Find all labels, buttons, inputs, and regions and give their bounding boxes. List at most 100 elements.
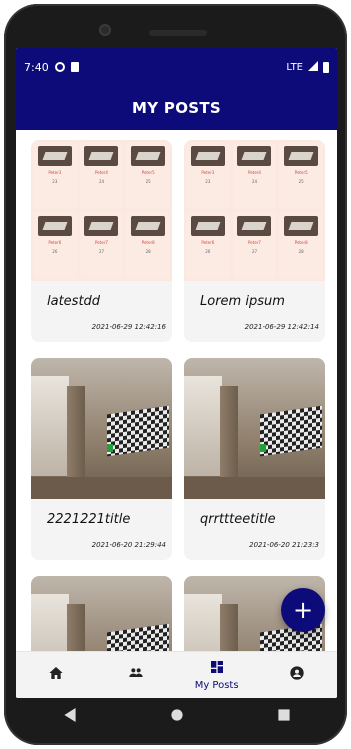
home-icon — [48, 665, 64, 684]
post-date: 2021-06-29 12:42:14 — [244, 323, 319, 331]
collage-number: 23 — [52, 179, 58, 184]
collage-name: Peter5 — [294, 170, 308, 175]
collage-number: 28 — [298, 249, 304, 254]
room-green-marker — [260, 444, 266, 452]
room-window — [31, 594, 69, 653]
book-image — [131, 146, 166, 166]
collage-cell: Peter7 27 — [232, 212, 277, 279]
nav-my-posts[interactable]: My Posts — [177, 652, 257, 698]
collage-cell: Peter6 26 — [186, 212, 230, 279]
book-image — [190, 216, 225, 236]
room-photo — [31, 358, 172, 499]
collage-name: Peter3 — [201, 170, 215, 175]
account-icon — [289, 665, 305, 684]
collage-number: 24 — [98, 179, 105, 184]
collage-name: Peter7 — [95, 240, 108, 245]
collage-number: 25 — [145, 179, 151, 184]
posts-content[interactable]: Peter3 23 Peter4 24 Peter5 25 Peter6 26 Pete… — [16, 130, 337, 653]
post-card[interactable]: Peter3 23 Peter4 24 Peter5 25 Peter6 26 Pete… — [31, 140, 172, 342]
nav-people[interactable] — [96, 652, 176, 698]
status-time: 7:40 — [24, 60, 49, 74]
collage-name: Peter4 — [95, 170, 108, 175]
people-icon — [127, 665, 145, 684]
book-image — [37, 216, 72, 236]
home-button-icon[interactable] — [170, 707, 184, 726]
collage-grid: Peter3 23 Peter4 24 Peter5 25 Peter6 26 Pete… — [184, 140, 325, 281]
collage-cell: Peter6 26 — [33, 212, 77, 279]
post-date: 2021-06-20 21:23:3 — [249, 541, 319, 549]
collage-cell: Peter8 28 — [279, 212, 323, 279]
collage-cell: Peter4 24 — [232, 142, 277, 209]
collage-cell: Peter7 27 — [79, 212, 124, 279]
post-card[interactable] — [31, 576, 172, 653]
nav-home[interactable] — [16, 652, 96, 698]
book-image — [237, 216, 272, 236]
signal-icon — [308, 60, 318, 74]
collage-name: Peter3 — [48, 170, 62, 175]
nav-my-posts-label: My Posts — [194, 680, 239, 691]
network-type: LTE — [286, 61, 303, 73]
book-image — [284, 216, 319, 236]
collage-cell: Peter4 24 — [79, 142, 124, 209]
book-image — [131, 216, 166, 236]
collage-number: 27 — [251, 249, 258, 254]
room-floor — [31, 477, 172, 499]
room-photo — [31, 576, 172, 653]
collage-name: Peter8 — [141, 240, 155, 245]
collage-cell: Peter8 28 — [126, 212, 170, 279]
post-title: latestdd — [47, 294, 101, 309]
room-floor — [184, 477, 325, 499]
notification-icon — [54, 62, 65, 72]
collage-grid: Peter3 23 Peter4 24 Peter5 25 Peter6 26 Pete… — [31, 140, 172, 281]
app-screen: 7:40 LTE MY POSTS Peter3 23 Peter4 24 Pe… — [16, 48, 337, 698]
sd-card-icon — [70, 62, 79, 72]
post-thumbnail: Peter3 23 Peter4 24 Peter5 25 Peter6 26 Pete… — [31, 140, 172, 281]
collage-number: 26 — [52, 249, 58, 254]
status-right: LTE — [286, 60, 329, 74]
room-shelf — [220, 604, 238, 653]
add-post-button[interactable]: + — [281, 588, 325, 632]
post-thumbnail — [31, 576, 172, 653]
collage-name: Peter5 — [141, 170, 155, 175]
room-shelf — [220, 386, 238, 481]
plus-icon: + — [292, 596, 314, 624]
back-icon[interactable] — [63, 707, 77, 726]
post-title: 2221221title — [47, 512, 131, 527]
phone-frame: 7:40 LTE MY POSTS Peter3 23 Peter4 24 Pe… — [4, 4, 347, 745]
room-window — [184, 594, 222, 653]
post-card[interactable]: 2221221title 2021-06-20 21:29:44 — [31, 358, 172, 560]
post-card[interactable]: Peter3 23 Peter4 24 Peter5 25 Peter6 26 Pete… — [184, 140, 325, 342]
collage-number: 28 — [145, 249, 151, 254]
post-card[interactable]: qrrttteetitle 2021-06-20 21:23:3 — [184, 358, 325, 560]
room-window — [184, 376, 222, 476]
book-image — [237, 146, 272, 166]
room-tv — [107, 623, 169, 653]
room-tv — [107, 405, 169, 457]
nav-account[interactable] — [257, 652, 337, 698]
room-photo — [184, 358, 325, 499]
post-date: 2021-06-20 21:29:44 — [91, 541, 166, 549]
book-image — [84, 146, 119, 166]
room-green-marker — [107, 444, 113, 452]
collage-number: 26 — [205, 249, 211, 254]
room-shelf — [67, 604, 85, 653]
earpiece-speaker — [149, 30, 207, 36]
collage-name: Peter7 — [248, 240, 261, 245]
collage-cell: Peter5 25 — [126, 142, 170, 209]
post-thumbnail: Peter3 23 Peter4 24 Peter5 25 Peter6 26 Pete… — [184, 140, 325, 281]
recents-icon[interactable] — [277, 707, 291, 726]
battery-icon — [323, 61, 329, 73]
book-image — [37, 146, 72, 166]
post-title: Lorem ipsum — [200, 294, 285, 309]
collage-number: 25 — [298, 179, 304, 184]
collage-cell: Peter3 23 — [33, 142, 77, 209]
room-shelf — [67, 386, 85, 481]
system-navigation — [16, 698, 337, 734]
collage-cell: Peter5 25 — [279, 142, 323, 209]
post-thumbnail — [184, 358, 325, 499]
bottom-navigation: My Posts — [16, 651, 337, 698]
room-tv — [260, 405, 322, 457]
book-image — [284, 146, 319, 166]
app-bar: MY POSTS — [16, 86, 337, 130]
post-title: qrrttteetitle — [200, 512, 276, 527]
